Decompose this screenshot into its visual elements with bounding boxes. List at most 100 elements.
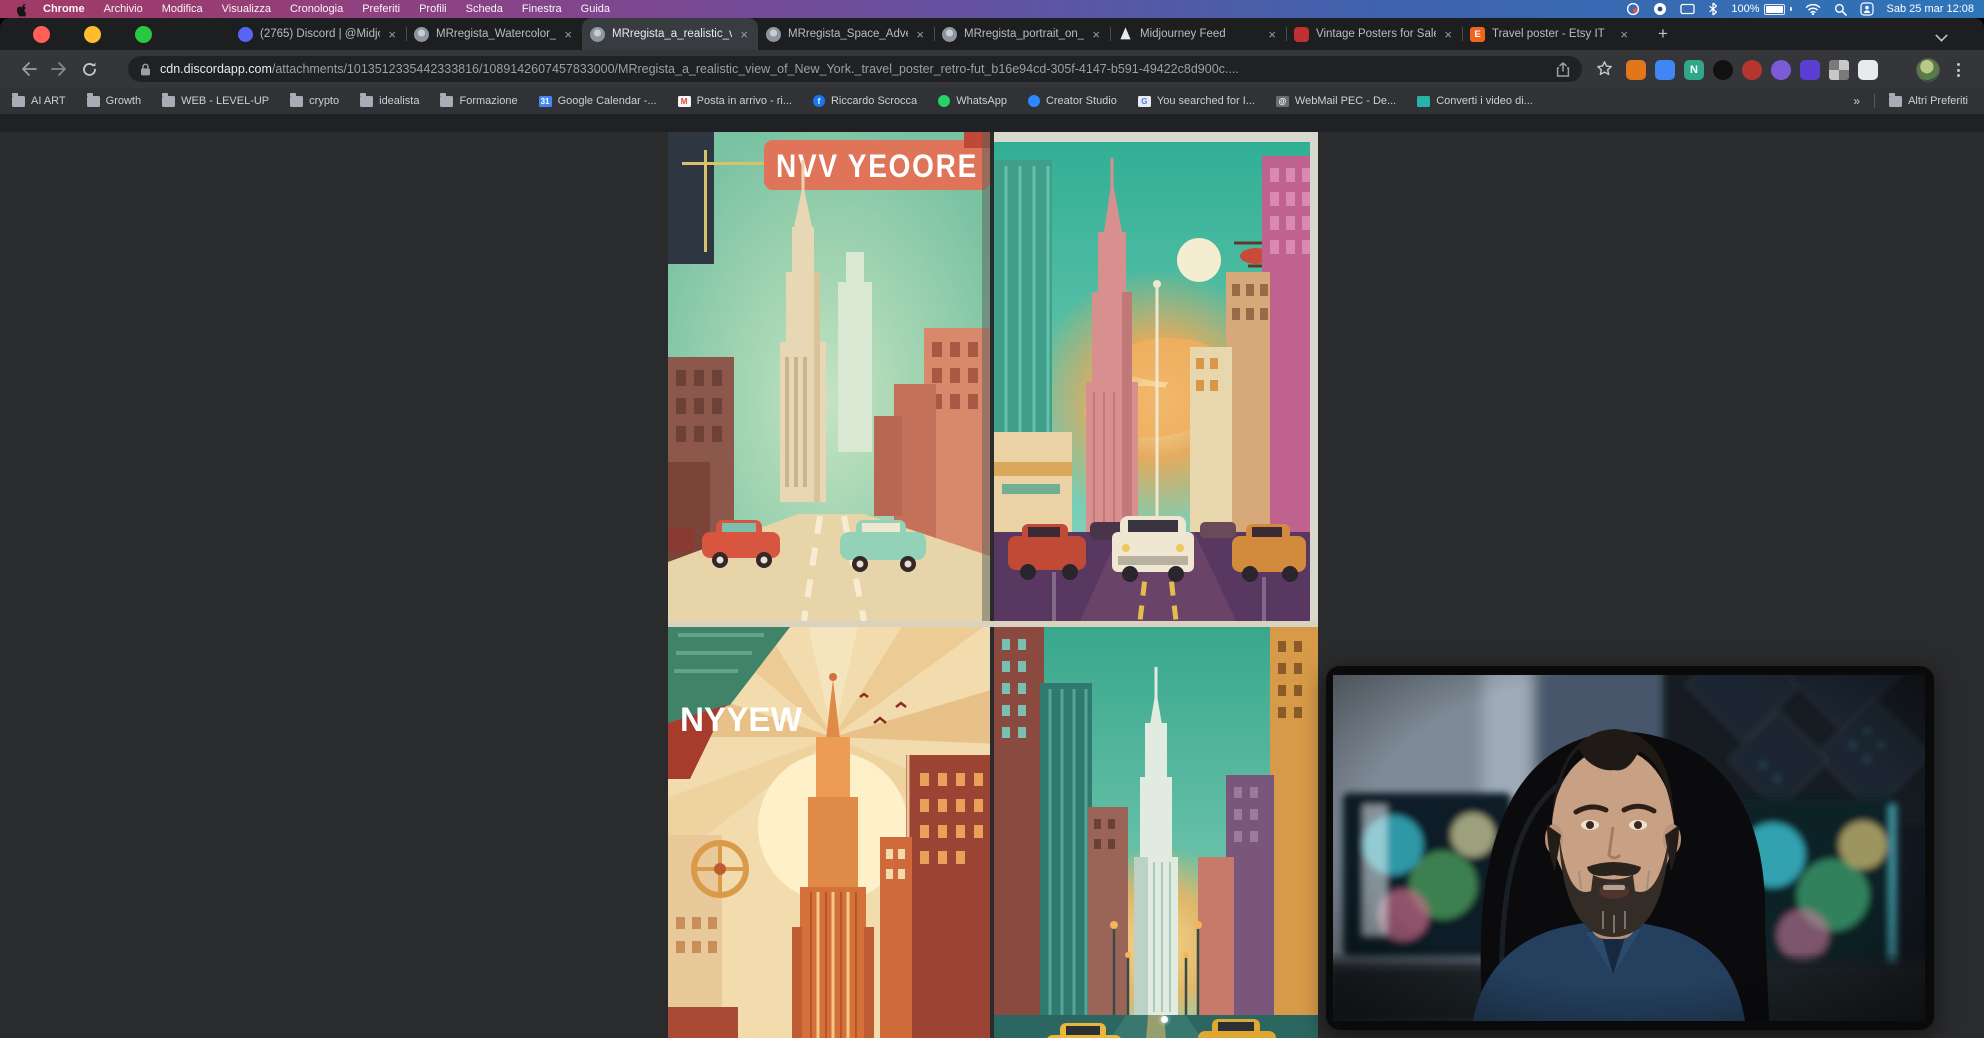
close-tab-icon[interactable]: ×	[1618, 28, 1630, 41]
bookmark-label: You searched for I...	[1157, 95, 1255, 107]
display-icon[interactable]	[1680, 3, 1695, 16]
apple-icon[interactable]	[16, 2, 29, 17]
menubar-item-scheda[interactable]: Scheda	[466, 3, 503, 15]
bookmark-google-calendar-[interactable]: 31Google Calendar -...	[539, 95, 657, 107]
close-tab-icon[interactable]: ×	[562, 28, 574, 41]
extensions-puzzle-icon[interactable]	[1858, 60, 1878, 80]
menubar-item-preferiti[interactable]: Preferiti	[362, 3, 400, 15]
midjourney-image-grid[interactable]: NVV YEOORE	[668, 132, 1318, 1038]
folder-icon	[1889, 96, 1902, 107]
folder-icon	[360, 96, 373, 107]
menubar-item-guida[interactable]: Guida	[581, 3, 610, 15]
close-window-button[interactable]	[33, 26, 50, 43]
bookmark-you-searched-for-i-[interactable]: GYou searched for I...	[1138, 95, 1255, 107]
share-icon[interactable]	[1556, 62, 1570, 77]
close-tab-icon[interactable]: ×	[1266, 28, 1278, 41]
spotlight-search-icon[interactable]	[1834, 3, 1847, 16]
menubar-item-archivio[interactable]: Archivio	[104, 3, 143, 15]
bookmark-label: Formazione	[459, 95, 517, 107]
menubar-item-modifica[interactable]: Modifica	[162, 3, 203, 15]
shortcuts-icon[interactable]	[1653, 2, 1667, 16]
bookmark-ai-art[interactable]: AI ART	[12, 95, 66, 107]
bookmark-webmail-pec-de-[interactable]: @ WebMail PEC - De...	[1276, 95, 1396, 107]
tab-label: MRregista_a_realistic_vie	[612, 28, 732, 40]
tab-mrregista-portrait-on-a-[interactable]: MRregista_portrait_on_a_ ×	[934, 18, 1110, 50]
webmail-icon: @	[1276, 96, 1289, 107]
bookmark-crypto[interactable]: crypto	[290, 95, 339, 107]
folder-icon	[12, 96, 25, 107]
wifi-icon[interactable]	[1805, 3, 1821, 15]
extensions-row: N	[1626, 58, 1965, 82]
user-switch-icon[interactable]	[1860, 2, 1874, 16]
battery-percent: 100%	[1731, 3, 1759, 15]
bluetooth-icon[interactable]	[1708, 2, 1718, 16]
convert-icon	[1417, 96, 1430, 107]
tab-vintage-posters-for-sale-[interactable]: Vintage Posters for Sale | ×	[1286, 18, 1462, 50]
bookmark-converti-i-video-di-[interactable]: Converti i video di...	[1417, 95, 1533, 107]
calendar-icon: 31	[539, 96, 552, 107]
back-button[interactable]	[14, 55, 44, 83]
poster-top-right[interactable]	[994, 132, 1318, 621]
tab-label: Vintage Posters for Sale |	[1316, 28, 1436, 40]
close-tab-icon[interactable]: ×	[386, 28, 398, 41]
forward-button[interactable]	[44, 55, 74, 83]
bookmark-creator-studio[interactable]: Creator Studio	[1028, 95, 1117, 107]
tab-mrregista-space-advent[interactable]: MRregista_Space_Advent×	[758, 18, 934, 50]
chrome-menu-dots-icon[interactable]	[1951, 63, 1965, 77]
purple-extension-icon[interactable]	[1771, 60, 1791, 80]
app-menus: Chrome Archivio Modifica Visualizza Cronolog…	[43, 3, 610, 15]
bookmark-growth[interactable]: Growth	[87, 95, 141, 107]
metamask-extension-icon[interactable]	[1626, 60, 1646, 80]
menubar-item-finestra[interactable]: Finestra	[522, 3, 562, 15]
other-bookmarks-folder[interactable]: Altri Preferiti	[1889, 95, 1968, 107]
tab--2765-discord-midjou[interactable]: (2765) Discord | @Midjou×	[230, 18, 406, 50]
close-tab-icon[interactable]: ×	[738, 28, 750, 41]
menubar-item-cronologia[interactable]: Cronologia	[290, 3, 343, 15]
menubar-item-visualizza[interactable]: Visualizza	[222, 3, 271, 15]
tab-label: MRregista_portrait_on_a_	[964, 28, 1084, 40]
close-tab-icon[interactable]: ×	[1090, 28, 1102, 41]
tab-search-chevron-icon[interactable]	[1935, 29, 1947, 41]
tab-travel-poster-etsy-it[interactable]: ETravel poster - Etsy IT×	[1462, 18, 1638, 50]
menubar-item-profili[interactable]: Profili	[419, 3, 447, 15]
lock-icon[interactable]	[140, 63, 151, 76]
violet-extension-icon[interactable]	[1800, 60, 1820, 80]
menubar-item-chrome[interactable]: Chrome	[43, 3, 85, 15]
poster-bottom-left[interactable]: NYYEW	[668, 627, 990, 1038]
close-tab-icon[interactable]: ×	[914, 28, 926, 41]
close-tab-icon[interactable]: ×	[1442, 28, 1454, 41]
minimize-window-button[interactable]	[84, 26, 101, 43]
poster-bottom-right[interactable]	[994, 627, 1318, 1038]
bookmark-label: WebMail PEC - De...	[1295, 95, 1396, 107]
sidebar-icon[interactable]	[1887, 60, 1907, 80]
new-tab-button[interactable]: +	[1648, 18, 1678, 50]
bookmark-idealista[interactable]: idealista	[360, 95, 419, 107]
tab-mrregista-a-realistic-vie[interactable]: MRregista_a_realistic_vie ×	[582, 18, 758, 50]
tab-mrregista-watercolor-pa[interactable]: MRregista_Watercolor_Pa×	[406, 18, 582, 50]
bookmark-formazione[interactable]: Formazione	[440, 95, 517, 107]
url-domain: cdn.discordapp.com	[160, 62, 272, 76]
zoom-window-button[interactable]	[135, 26, 152, 43]
red-key-extension-icon[interactable]	[1742, 60, 1762, 80]
bookmarks-overflow-chevron[interactable]: »	[1853, 94, 1860, 108]
tab-label: Midjourney Feed	[1140, 28, 1260, 40]
reload-button[interactable]	[74, 55, 104, 83]
grid-extension-icon[interactable]	[1829, 60, 1849, 80]
menubar-clock[interactable]: Sab 25 mar 12:08	[1887, 3, 1974, 15]
bookmark-star-icon[interactable]	[1596, 60, 1613, 82]
bookmark-web-level-up[interactable]: WEB - LEVEL-UP	[162, 95, 269, 107]
browser-toolbar: cdn.discordapp.com /attachments/10135123…	[0, 50, 1984, 88]
blue-extension-icon[interactable]	[1655, 60, 1675, 80]
bookmark-whatsapp[interactable]: WhatsApp	[938, 95, 1007, 107]
screen-record-icon[interactable]	[1626, 2, 1640, 16]
battery-indicator[interactable]: 100%	[1731, 3, 1791, 15]
bookmark-posta-in-arrivo-ri-[interactable]: MPosta in arrivo - ri...	[678, 95, 792, 107]
poster-top-left[interactable]: NVV YEOORE	[668, 132, 990, 621]
tab-midjourney-feed[interactable]: Midjourney Feed ×	[1110, 18, 1286, 50]
url-bar[interactable]: cdn.discordapp.com /attachments/10135123…	[128, 56, 1582, 82]
bookmark-riccardo-scrocca[interactable]: fRiccardo Scrocca	[813, 95, 917, 107]
black-extension-icon[interactable]	[1713, 60, 1733, 80]
green-n-extension-icon[interactable]: N	[1684, 60, 1704, 80]
profile-avatar[interactable]	[1916, 58, 1940, 82]
bookmark-label: Creator Studio	[1046, 95, 1117, 107]
